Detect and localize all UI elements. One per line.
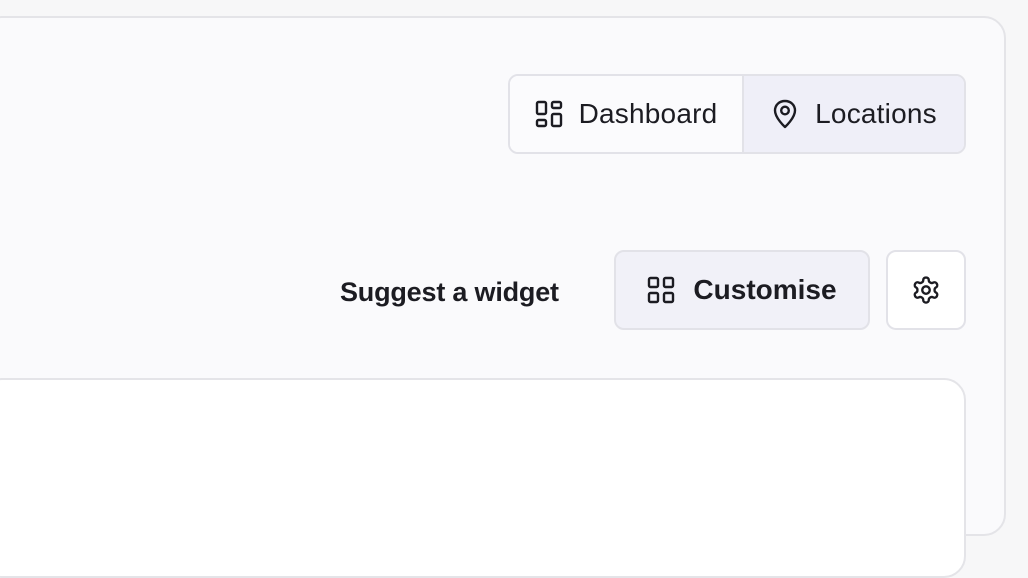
dashboard-grid-icon bbox=[647, 276, 675, 304]
customise-button[interactable]: Customise bbox=[614, 250, 870, 330]
gear-icon bbox=[911, 275, 941, 305]
customise-button-label: Customise bbox=[693, 274, 837, 305]
widget-card bbox=[0, 378, 966, 578]
settings-button[interactable] bbox=[886, 250, 966, 330]
locations-toggle-label: Locations bbox=[815, 98, 937, 129]
map-pin-icon bbox=[771, 99, 799, 129]
dashboard-grid-icon bbox=[535, 100, 563, 128]
dashboard-toggle-label: Dashboard bbox=[578, 98, 718, 129]
dashboard-toggle-button[interactable]: Dashboard bbox=[510, 76, 744, 152]
locations-toggle-button[interactable]: Locations bbox=[744, 76, 964, 152]
view-toggle: Dashboard Locations bbox=[508, 74, 966, 154]
suggest-widget-link[interactable]: Suggest a widget bbox=[340, 272, 559, 312]
